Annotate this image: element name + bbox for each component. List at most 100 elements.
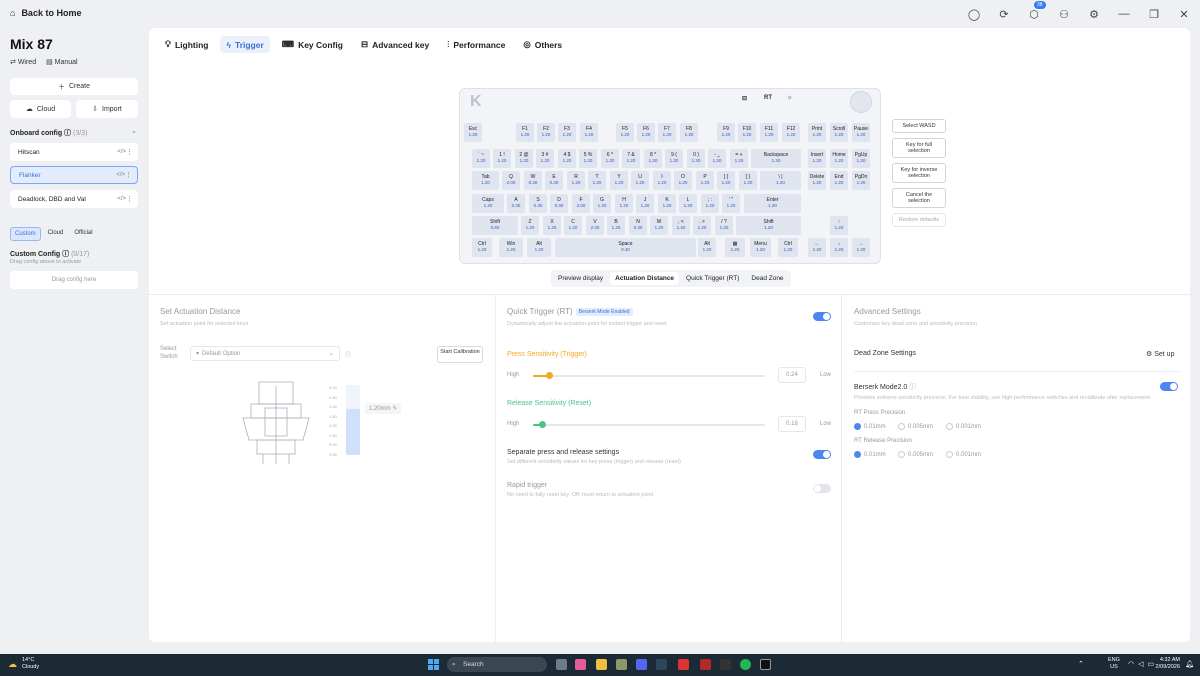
select-all-button[interactable]: Key for full selection <box>892 138 946 158</box>
press-slider-thumb[interactable] <box>546 372 554 379</box>
key-cap[interactable]: F5 1.20 <box>616 123 634 142</box>
app-icon[interactable] <box>678 659 689 670</box>
filter-custom[interactable]: Custom <box>10 227 41 241</box>
key-cap[interactable]: X 1.20 <box>543 216 561 235</box>
back-to-home-button[interactable]: ⌂ Back to Home <box>10 8 81 18</box>
key-cap[interactable]: ] } 1.20 <box>739 171 757 190</box>
key-cap[interactable]: F11 1.20 <box>760 123 778 142</box>
key-cap[interactable]: M 1.20 <box>650 216 668 235</box>
keyboard-app-icon[interactable] <box>760 659 771 670</box>
key-cap[interactable]: S 0.30 <box>529 194 547 213</box>
key-cap[interactable]: Esc 1.20 <box>464 123 482 142</box>
gear-icon[interactable]: ⚙ <box>1086 6 1102 22</box>
key-cap[interactable]: Y 1.20 <box>610 171 628 190</box>
release-precision-option[interactable]: 0.005mm <box>898 451 933 458</box>
key-cap[interactable]: 7 & 1.20 <box>622 149 640 168</box>
app-icon[interactable] <box>616 659 627 670</box>
key-cap[interactable]: F3 1.20 <box>558 123 576 142</box>
clock[interactable]: 4:32 AM 2/09/2026 <box>1156 657 1180 671</box>
key-cap[interactable]: Space 0.40 <box>555 238 696 257</box>
tab-advanced-key[interactable]: ⊟ Advanced key <box>355 36 435 53</box>
switch-select[interactable]: ▾ Default Option ⌄ <box>190 346 340 361</box>
layout-icon[interactable]: ⊟ <box>742 95 747 102</box>
taskbar-search[interactable]: ⌕ Search <box>447 657 547 672</box>
setup-button[interactable]: ⚙ Set up <box>1146 350 1174 358</box>
key-cap[interactable]: F2 1.20 <box>537 123 555 142</box>
config-item-active[interactable]: Flanker </> ⋮ <box>10 166 138 184</box>
key-cap[interactable]: Scroll 1.20 <box>830 123 848 142</box>
key-cap[interactable]: D 0.30 <box>550 194 568 213</box>
discord-icon[interactable] <box>636 659 647 670</box>
shirt-icon[interactable]: ⚇ <box>1056 6 1072 22</box>
key-cap[interactable]: → 1.20 <box>852 238 870 257</box>
key-cap[interactable]: ` ~1.20 <box>472 149 490 168</box>
key-cap[interactable]: 4 $1.20 <box>558 149 576 168</box>
key-cap[interactable]: Shift 0.60 <box>472 216 518 235</box>
tab-performance[interactable]: ⫶ Performance <box>441 36 511 53</box>
key-cap[interactable]: V 2.00 <box>586 216 604 235</box>
create-button[interactable]: ＋ Create <box>10 78 138 95</box>
key-cap[interactable]: K 1.20 <box>658 194 676 213</box>
key-cap[interactable]: 1 ! 1.20 <box>493 149 511 168</box>
help-icon[interactable]: ⓘ <box>345 350 351 359</box>
tab-key-config[interactable]: ⌨ Key Config <box>276 36 349 53</box>
key-cap[interactable]: F8 1.20 <box>680 123 698 142</box>
chevron-up-icon[interactable]: ⌃ <box>1078 660 1084 668</box>
tab-trigger[interactable]: ϟ Trigger <box>220 36 270 53</box>
release-slider-thumb[interactable] <box>539 421 547 428</box>
key-cap[interactable]: Print 1.20 <box>808 123 826 142</box>
key-cap[interactable]: Menu 1.20 <box>750 238 771 257</box>
rt-icon[interactable]: RT <box>764 95 772 101</box>
view-tab-actuation[interactable]: Actuation Distance <box>610 272 680 285</box>
key-cap[interactable]: 6 ^ 1.20 <box>601 149 619 168</box>
key-cap[interactable]: F 2.00 <box>572 194 590 213</box>
app-icon[interactable] <box>700 659 711 670</box>
key-cap[interactable]: / ? 1.20 <box>715 216 733 235</box>
key-cap[interactable]: B 1.20 <box>607 216 625 235</box>
weather-widget[interactable]: 14°C Cloudy <box>22 657 39 671</box>
key-cap[interactable]: \ | 1.20 <box>760 171 801 190</box>
inverse-selection-button[interactable]: Key for inverse selection <box>892 163 946 183</box>
key-cap[interactable]: T 1.20 <box>588 171 606 190</box>
view-tab-preview[interactable]: Preview display <box>553 272 608 285</box>
key-cap[interactable]: 2 @1.20 <box>515 149 533 168</box>
key-cap[interactable]: Z 1.20 <box>521 216 539 235</box>
key-cap[interactable]: J 1.20 <box>636 194 654 213</box>
key-cap[interactable]: H 1.20 <box>615 194 633 213</box>
knob[interactable] <box>850 91 872 113</box>
copilot-icon[interactable] <box>575 659 586 670</box>
config-item[interactable]: Hitscan </> ⋮ <box>10 143 138 161</box>
key-cap[interactable]: Delete 1.20 <box>808 171 826 190</box>
key-cap[interactable]: F6 1.20 <box>637 123 655 142</box>
key-cap[interactable]: Ctrl 1.20 <box>778 238 798 257</box>
filter-cloud[interactable]: Cloud <box>44 227 68 241</box>
key-cap[interactable]: Shift 1.20 <box>736 216 801 235</box>
import-button[interactable]: ⇩ Import <box>76 100 138 118</box>
press-precision-option[interactable]: 0.001mm <box>946 423 981 430</box>
minimize-icon[interactable]: — <box>1116 6 1132 22</box>
taskview-icon[interactable] <box>556 659 567 670</box>
key-cap[interactable]: [ {1.20 <box>717 171 735 190</box>
filter-official[interactable]: Official <box>70 227 96 241</box>
key-cap[interactable]: F1 1.20 <box>516 123 534 142</box>
bell-icon[interactable]: 🔔︎ <box>1185 660 1194 668</box>
key-cap[interactable]: ▦ 1.20 <box>725 238 745 257</box>
brightness-icon[interactable]: ☼ <box>787 95 793 101</box>
key-cap[interactable]: C 1.20 <box>564 216 582 235</box>
press-slider[interactable] <box>533 375 765 377</box>
press-precision-option[interactable]: 0.01mm <box>854 423 886 430</box>
key-cap[interactable]: - _ 1.20 <box>708 149 726 168</box>
key-cap[interactable]: Insert 1.20 <box>808 149 826 168</box>
key-cap[interactable]: Enter 1.20 <box>744 194 801 213</box>
key-cap[interactable]: End 1.20 <box>830 171 848 190</box>
separate-settings-toggle[interactable] <box>813 450 831 459</box>
cloud-button[interactable]: ☁ Cloud <box>10 100 71 118</box>
key-cap[interactable]: R 1.20 <box>567 171 585 190</box>
key-cap[interactable]: F9 1.20 <box>717 123 735 142</box>
key-cap[interactable]: F10 1.20 <box>738 123 756 142</box>
key-cap[interactable]: 8 * 1.20 <box>644 149 662 168</box>
key-cap[interactable]: W 0.30 <box>524 171 542 190</box>
tab-lighting[interactable]: 💡︎ Lighting <box>159 36 214 53</box>
key-cap[interactable]: L 1.20 <box>679 194 697 213</box>
key-cap[interactable]: G 1.20 <box>593 194 611 213</box>
